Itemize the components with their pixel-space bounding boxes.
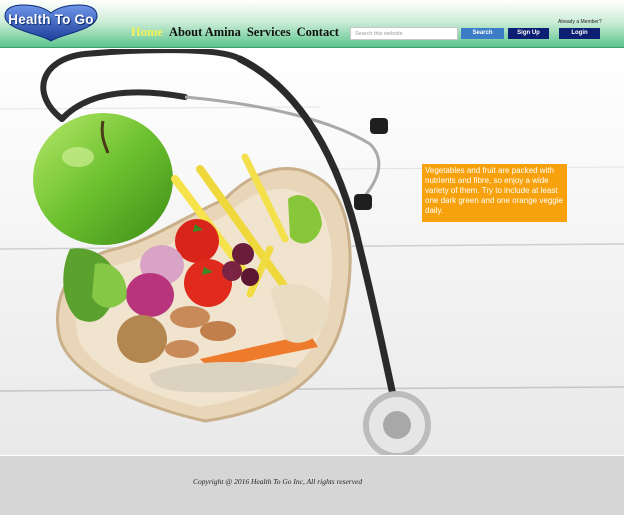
search-button[interactable]: Search bbox=[461, 28, 504, 39]
site-header: Health To Go Home About Amina Services C… bbox=[0, 0, 624, 48]
nav-contact-link[interactable]: Contact bbox=[297, 25, 339, 41]
nav-about-link[interactable]: About Amina bbox=[169, 25, 241, 41]
nutrition-tip-callout: Vegetables and fruit are packed with nut… bbox=[422, 164, 567, 222]
site-logo[interactable]: Health To Go bbox=[3, 4, 99, 42]
nav-home-link[interactable]: Home bbox=[131, 25, 163, 41]
logo-text: Health To Go bbox=[8, 12, 94, 27]
nav-services-link[interactable]: Services bbox=[247, 25, 291, 41]
copyright-text: Copyright @ 2016 Health To Go Inc, All r… bbox=[193, 477, 363, 486]
search-input[interactable] bbox=[350, 27, 458, 40]
login-button[interactable]: Login bbox=[559, 28, 600, 39]
hero-section: Vegetables and fruit are packed with nut… bbox=[0, 49, 624, 455]
member-prompt: Already a Member? bbox=[558, 19, 602, 25]
sign-up-button[interactable]: Sign Up bbox=[508, 28, 549, 39]
main-nav: Home About Amina Services Contact bbox=[131, 25, 339, 41]
hero-image bbox=[0, 49, 624, 455]
site-footer: Copyright @ 2016 Health To Go Inc, All r… bbox=[0, 456, 624, 515]
